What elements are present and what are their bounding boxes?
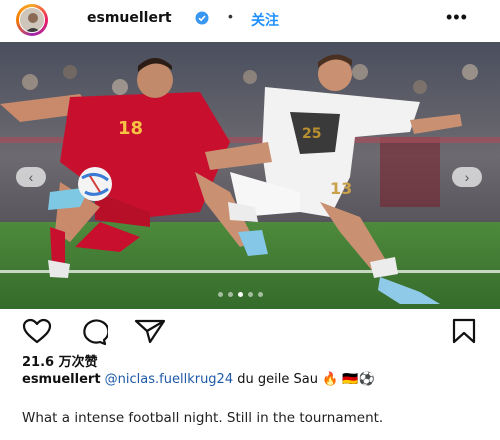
verified-badge-icon	[195, 11, 209, 25]
carousel-next-button[interactable]: ›	[452, 167, 482, 187]
post-username[interactable]: esmuellert	[87, 10, 172, 26]
avatar-image	[20, 8, 44, 32]
separator-dot: •	[228, 8, 233, 24]
caption-username[interactable]: esmuellert	[22, 372, 101, 387]
bookmark-icon[interactable]	[452, 318, 476, 344]
heart-icon[interactable]	[22, 318, 52, 344]
likes-count[interactable]: 21.6 万次赞	[22, 351, 98, 370]
football-photo: 18 25 13	[0, 42, 500, 309]
football	[78, 167, 112, 201]
follow-button[interactable]: 关注	[251, 10, 279, 30]
post-header: esmuellert • 关注 •••	[0, 0, 500, 40]
svg-text:25: 25	[302, 126, 321, 142]
carousel-prev-button[interactable]: ‹	[16, 167, 46, 187]
caption-text: du geile Sau	[237, 372, 318, 387]
caption-emojis: 🔥 🇩🇪⚽	[322, 372, 375, 387]
carousel-dot	[248, 292, 253, 297]
carousel-dot	[258, 292, 263, 297]
carousel-indicator	[218, 292, 263, 297]
svg-text:18: 18	[118, 118, 143, 139]
carousel-dot	[218, 292, 223, 297]
caption-mention[interactable]: @niclas.fuellkrug24	[105, 372, 233, 387]
comment-icon[interactable]	[78, 318, 108, 346]
post-caption: esmuellert @niclas.fuellkrug24 du geile …	[22, 371, 482, 388]
post-actions-bar	[0, 318, 500, 348]
avatar-story-ring[interactable]	[16, 4, 48, 36]
post-image[interactable]: 18 25 13 ‹ ›	[0, 42, 500, 309]
post-description: What a intense football night. Still in …	[22, 410, 384, 426]
more-options-icon[interactable]: •••	[446, 8, 468, 26]
share-icon[interactable]	[134, 318, 166, 344]
carousel-dot-active	[238, 292, 243, 297]
avatar[interactable]	[19, 7, 45, 33]
svg-text:13: 13	[330, 179, 352, 198]
carousel-dot	[228, 292, 233, 297]
